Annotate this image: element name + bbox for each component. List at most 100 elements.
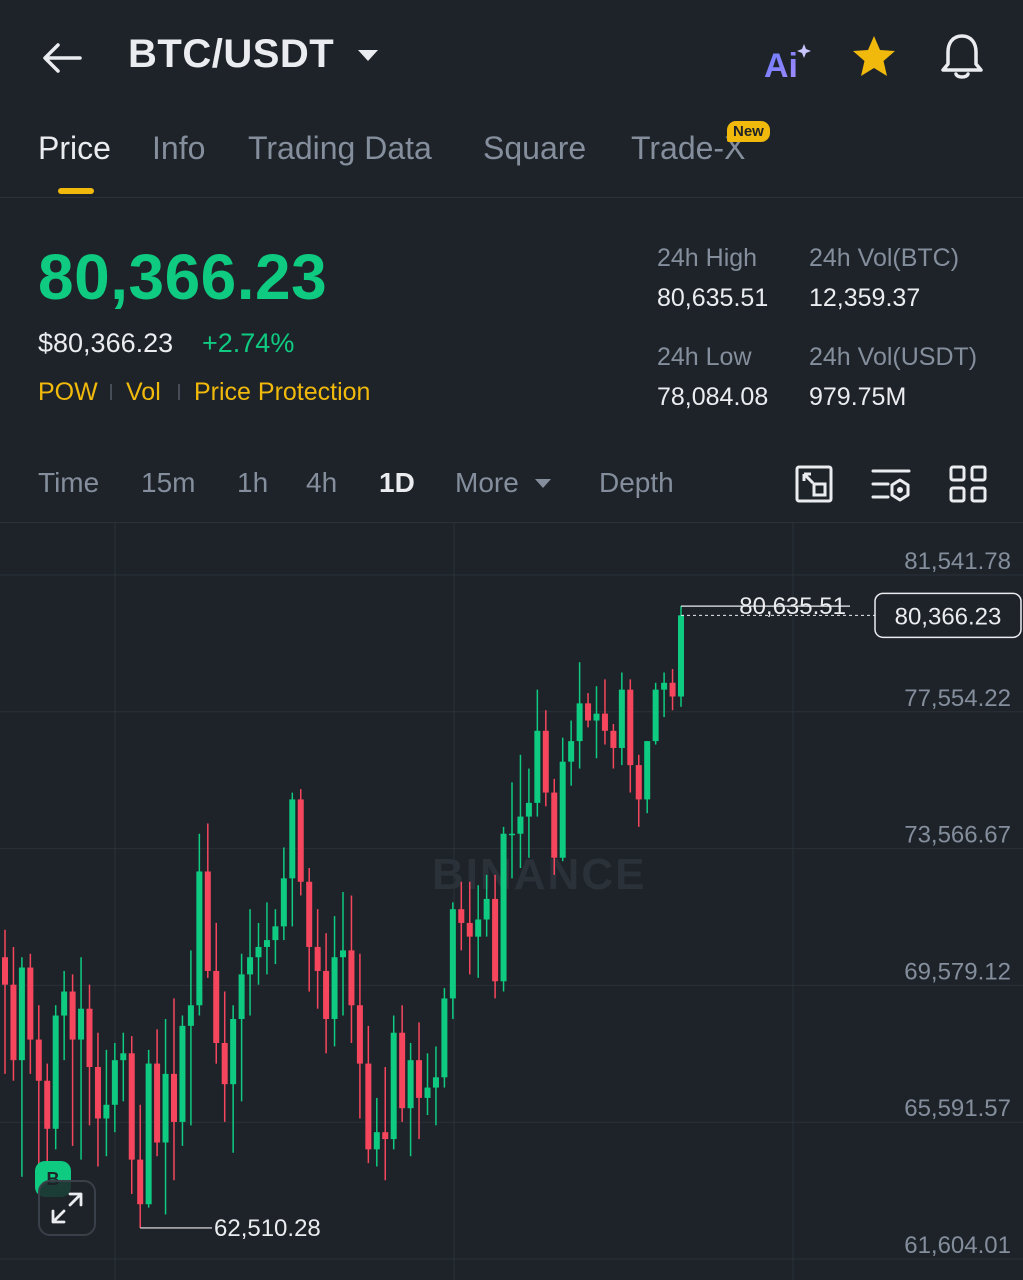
candle-body bbox=[669, 682, 676, 697]
chart-expand-icon[interactable] bbox=[794, 464, 834, 504]
interval-time[interactable]: Time bbox=[38, 467, 99, 499]
candle bbox=[306, 868, 313, 992]
candle-body bbox=[179, 1025, 186, 1122]
candle-body bbox=[162, 1073, 169, 1143]
caret-down-icon[interactable] bbox=[356, 48, 380, 64]
candle bbox=[576, 662, 583, 769]
candle-body bbox=[27, 967, 34, 1040]
candle-body bbox=[416, 1060, 423, 1098]
candle bbox=[255, 922, 262, 985]
interval-1d[interactable]: 1D bbox=[379, 467, 415, 499]
candle bbox=[263, 902, 270, 975]
usd-price: $80,366.23 bbox=[38, 328, 174, 358]
candle bbox=[652, 682, 659, 745]
low-value: 78,084.08 bbox=[657, 383, 769, 411]
price-markers: 80,635.51 62,510.28 80,366.23 bbox=[140, 592, 1022, 1242]
candle bbox=[525, 768, 532, 858]
candle bbox=[432, 1046, 439, 1126]
candle bbox=[635, 754, 642, 827]
candle-body bbox=[340, 950, 346, 958]
candle-body bbox=[356, 1005, 363, 1064]
low-label: 24h Low bbox=[657, 343, 752, 371]
vol-btc-value: 12,359.37 bbox=[809, 284, 921, 312]
back-button[interactable] bbox=[36, 36, 88, 80]
tag-vol[interactable]: Vol bbox=[126, 378, 161, 407]
price-chart[interactable]: BINANCE 81,541.78 77,554.22 73,566.67 69,57… bbox=[0, 522, 1023, 1280]
candle bbox=[542, 710, 549, 807]
candle bbox=[407, 1043, 414, 1157]
candle-body bbox=[475, 919, 482, 937]
candle bbox=[449, 902, 456, 1019]
interval-4h[interactable]: 4h bbox=[306, 467, 337, 499]
candle bbox=[356, 953, 363, 1119]
candle-body bbox=[86, 1008, 93, 1068]
tag-price-protection[interactable]: Price Protection bbox=[194, 378, 370, 407]
candle-body bbox=[247, 957, 254, 975]
tab-price[interactable]: Price bbox=[38, 130, 111, 167]
candle-body bbox=[137, 1159, 144, 1205]
ai-button[interactable]: Ai bbox=[762, 40, 818, 85]
star-icon[interactable] bbox=[850, 34, 898, 80]
y-tick-label: 69,579.12 bbox=[904, 958, 1011, 985]
grid-layout-icon[interactable] bbox=[948, 464, 988, 504]
tab-trading-data[interactable]: Trading Data bbox=[248, 130, 432, 167]
candle bbox=[297, 789, 304, 896]
pair-selector[interactable]: BTC/USDT bbox=[128, 32, 334, 77]
candle-body bbox=[432, 1077, 439, 1088]
candle-body bbox=[568, 741, 575, 762]
chart-grid bbox=[0, 523, 1023, 1280]
interval-1h[interactable]: 1h bbox=[237, 467, 268, 499]
candle-body bbox=[500, 833, 507, 982]
candle-body bbox=[154, 1063, 161, 1143]
low-marker-label: 62,510.28 bbox=[214, 1215, 321, 1242]
candle-body bbox=[10, 984, 17, 1061]
y-tick-label: 61,604.01 bbox=[904, 1232, 1011, 1259]
interval-more[interactable]: More bbox=[455, 467, 519, 499]
candlestick-chart[interactable]: BINANCE 81,541.78 77,554.22 73,566.67 69,57… bbox=[0, 523, 1023, 1280]
candle-body bbox=[280, 878, 287, 927]
candle-body bbox=[128, 1053, 135, 1160]
candle-body bbox=[2, 957, 8, 985]
indicator-settings-icon[interactable] bbox=[870, 464, 912, 504]
candle bbox=[593, 686, 600, 759]
candle bbox=[94, 1032, 101, 1167]
candle bbox=[534, 689, 541, 817]
candle-body bbox=[542, 730, 549, 793]
candle bbox=[247, 909, 254, 1016]
candle-body bbox=[52, 1015, 59, 1129]
candle-body bbox=[187, 1005, 194, 1026]
candle bbox=[678, 606, 684, 707]
candle-body bbox=[78, 1008, 85, 1040]
interval-15m[interactable]: 15m bbox=[141, 467, 195, 499]
candle bbox=[348, 895, 355, 1044]
candle-body bbox=[272, 926, 279, 941]
candle bbox=[238, 953, 245, 1102]
candle-body bbox=[585, 703, 592, 721]
candle bbox=[323, 933, 330, 1054]
interval-depth[interactable]: Depth bbox=[599, 467, 674, 499]
candle bbox=[78, 957, 85, 1160]
candle bbox=[10, 946, 17, 1081]
candle-body bbox=[644, 741, 651, 800]
candle-body bbox=[297, 799, 304, 882]
tab-info[interactable]: Info bbox=[152, 130, 205, 167]
candle bbox=[35, 1005, 42, 1174]
vol-usdt-value: 979.75M bbox=[809, 383, 907, 411]
tab-square[interactable]: Square bbox=[483, 130, 586, 167]
candle bbox=[475, 885, 482, 978]
candle bbox=[145, 1049, 152, 1208]
candle-body bbox=[399, 1032, 406, 1109]
candle bbox=[416, 1022, 423, 1140]
candles-layer bbox=[2, 606, 684, 1228]
tag-pow[interactable]: POW bbox=[38, 378, 98, 407]
candle bbox=[314, 909, 321, 1009]
candle-body bbox=[238, 974, 245, 1019]
fullscreen-button[interactable] bbox=[38, 1180, 96, 1236]
chart-watermark: BINANCE bbox=[432, 850, 646, 899]
price-change-percent: +2.74% bbox=[202, 328, 295, 358]
candle-body bbox=[314, 946, 321, 971]
pair-title: BTC/USDT bbox=[128, 32, 335, 76]
candle-body bbox=[627, 689, 634, 766]
candle-body bbox=[618, 689, 625, 748]
bell-icon[interactable] bbox=[938, 32, 986, 82]
